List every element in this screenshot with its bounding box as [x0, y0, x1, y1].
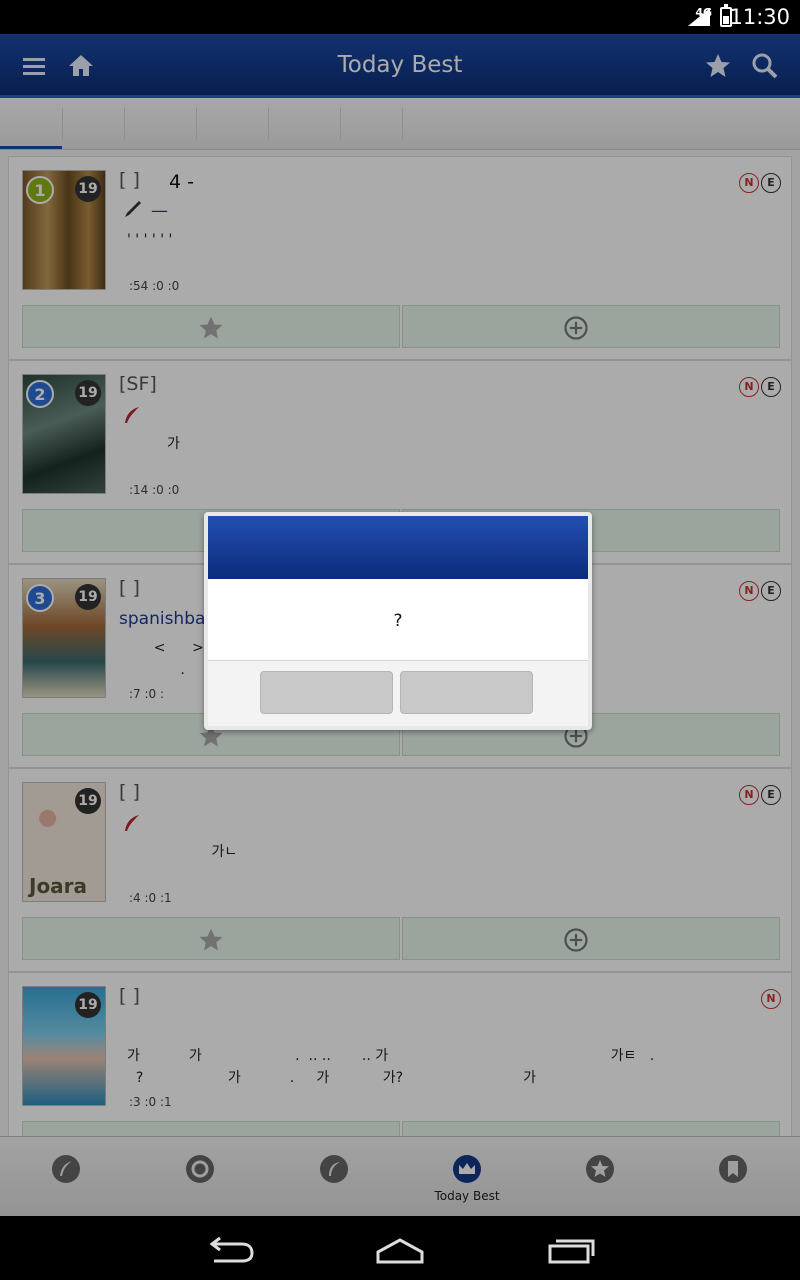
home-nav-icon[interactable]: [374, 1236, 426, 1264]
back-icon[interactable]: [204, 1236, 256, 1264]
dialog-header: [208, 516, 588, 579]
status-bar: 4G 11:30: [0, 0, 800, 34]
system-nav-bar: [0, 1216, 800, 1280]
signal-icon: [688, 8, 710, 26]
confirm-dialog: ?: [204, 512, 592, 730]
recents-icon[interactable]: [546, 1236, 598, 1264]
cancel-button[interactable]: [400, 671, 533, 714]
confirm-button[interactable]: [260, 671, 393, 714]
clock: 11:30: [729, 5, 790, 29]
dialog-message: ?: [393, 611, 403, 631]
app-screen: 4G 11:30 Today Best 1 19 [] 4 - — ' ' '…: [0, 0, 800, 1280]
dialog-body: ?: [208, 579, 588, 661]
